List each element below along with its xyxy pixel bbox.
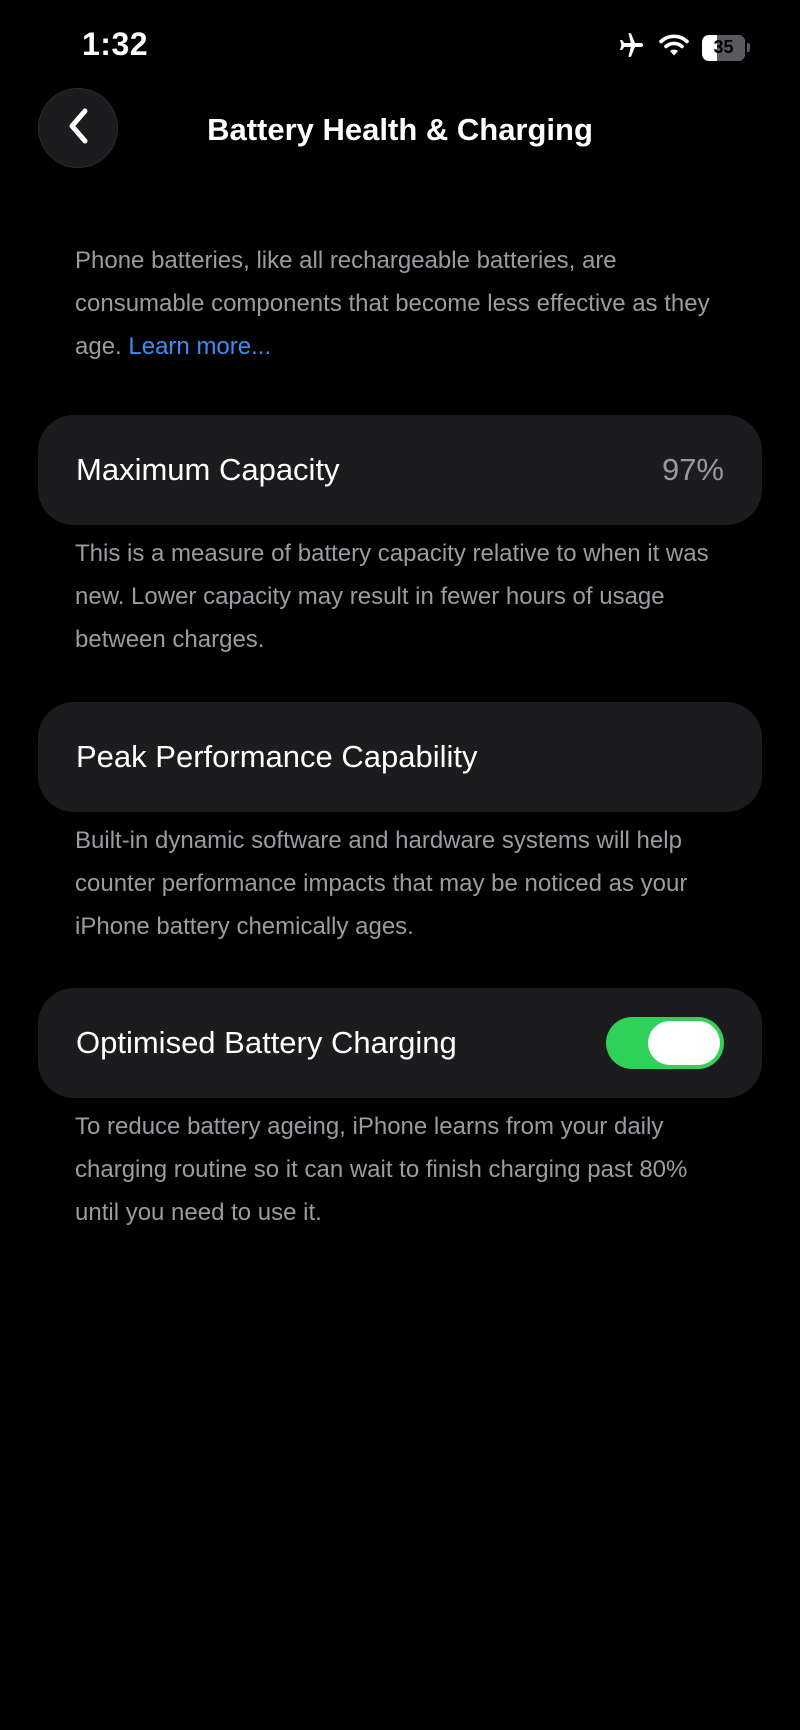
airplane-icon	[614, 30, 646, 65]
learn-more-link[interactable]: Learn more...	[128, 333, 271, 360]
status-icons: 35	[614, 30, 750, 65]
battery-icon: 35	[702, 34, 750, 61]
peak-performance-row[interactable]: Peak Performance Capability	[38, 702, 762, 812]
wifi-icon	[658, 32, 690, 63]
page-title: Battery Health & Charging	[207, 112, 593, 147]
status-time: 1:32	[82, 26, 149, 62]
optimised-charging-footnote: To reduce battery ageing, iPhone learns …	[75, 1113, 688, 1226]
status-bar: 1:32 35	[0, 0, 800, 90]
optimised-charging-row: Optimised Battery Charging	[38, 988, 762, 1098]
battery-body: 35	[702, 34, 746, 61]
battery-level: 35	[713, 37, 734, 57]
maximum-capacity-label: Maximum Capacity	[76, 452, 340, 487]
optimised-charging-label: Optimised Battery Charging	[76, 1025, 457, 1060]
intro-text: Phone batteries, like all rechargeable b…	[75, 239, 735, 368]
toggle-knob	[648, 1021, 720, 1065]
peak-performance-label: Peak Performance Capability	[76, 739, 478, 774]
peak-performance-footnote: Built-in dynamic software and hardware s…	[75, 827, 688, 940]
optimised-charging-toggle[interactable]	[606, 1017, 724, 1069]
maximum-capacity-value: 97%	[661, 452, 724, 487]
maximum-capacity-footnote: This is a measure of battery capacity re…	[75, 540, 709, 653]
nav-bar: Battery Health & Charging	[0, 86, 800, 176]
maximum-capacity-row: Maximum Capacity 97%	[38, 415, 762, 525]
battery-tip	[747, 43, 750, 52]
